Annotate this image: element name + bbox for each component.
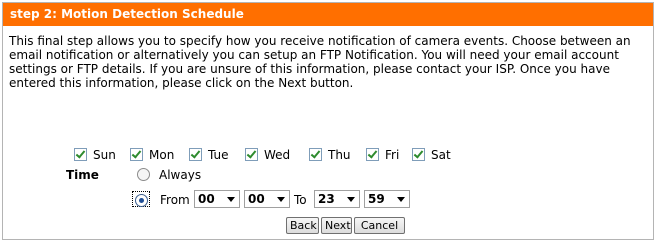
time-label: Time <box>66 168 99 182</box>
from-hour-value: 00 <box>198 192 215 206</box>
thu-checkbox[interactable] <box>309 148 322 161</box>
day-wed[interactable]: Wed <box>245 147 291 162</box>
to-hour-value: 23 <box>318 192 335 206</box>
wed-checkbox[interactable] <box>245 148 258 161</box>
chevron-down-icon <box>277 197 285 202</box>
day-label: Fri <box>385 147 400 162</box>
mon-checkbox[interactable] <box>130 148 143 161</box>
chevron-down-icon <box>227 197 235 202</box>
to-minute-value: 59 <box>368 192 385 206</box>
to-minute-select[interactable]: 59 <box>364 190 410 208</box>
chevron-down-icon <box>397 197 405 202</box>
day-mon[interactable]: Mon <box>130 147 175 162</box>
always-radio[interactable] <box>137 168 150 181</box>
sun-checkbox[interactable] <box>74 148 87 161</box>
tue-checkbox[interactable] <box>189 148 202 161</box>
back-button[interactable]: Back <box>286 217 319 234</box>
always-label: Always <box>159 167 202 182</box>
day-label: Thu <box>328 147 351 162</box>
from-radio[interactable] <box>135 194 148 207</box>
from-minute-select[interactable]: 00 <box>244 190 290 208</box>
day-tue[interactable]: Tue <box>189 147 229 162</box>
from-minute-value: 00 <box>248 192 265 206</box>
day-fri[interactable]: Fri <box>366 147 400 162</box>
sat-checkbox[interactable] <box>412 148 425 161</box>
day-sat[interactable]: Sat <box>412 147 451 162</box>
day-label: Sat <box>431 147 451 162</box>
next-button[interactable]: Next <box>321 217 352 234</box>
always-option[interactable]: Always <box>137 167 202 182</box>
day-label: Wed <box>264 147 291 162</box>
day-label: Sun <box>93 147 116 162</box>
description-text: This final step allows you to specify ho… <box>9 34 631 90</box>
from-hour-select[interactable]: 00 <box>194 190 240 208</box>
from-option[interactable] <box>135 193 148 207</box>
chevron-down-icon <box>347 197 355 202</box>
to-hour-select[interactable]: 23 <box>314 190 360 208</box>
day-thu[interactable]: Thu <box>309 147 351 162</box>
section-header: step 2: Motion Detection Schedule <box>3 3 653 26</box>
fri-checkbox[interactable] <box>366 148 379 161</box>
to-label: To <box>294 193 307 207</box>
cancel-button[interactable]: Cancel <box>354 217 405 234</box>
day-label: Tue <box>208 147 229 162</box>
from-label: From <box>160 193 190 207</box>
day-sun[interactable]: Sun <box>74 147 116 162</box>
day-label: Mon <box>149 147 175 162</box>
